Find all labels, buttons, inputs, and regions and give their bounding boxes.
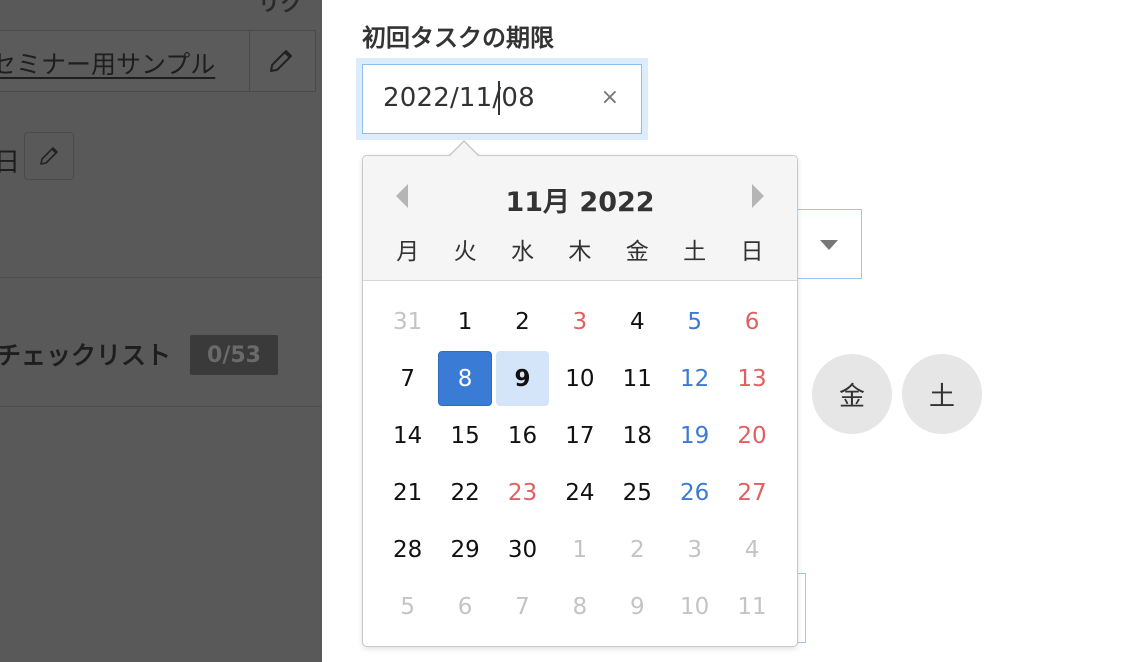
day-cell[interactable]: 6 [438,579,491,634]
weekday-label: 金 [625,239,649,265]
chevron-down-icon [820,240,838,250]
pencil-icon [40,147,58,165]
background-overlay[interactable]: リク セミナー用サンプル 日 チェックリスト 0/53 [0,0,322,662]
today-day[interactable]: 9 [495,351,550,406]
checklist-count-badge: 0/53 [190,335,278,375]
day-cell[interactable]: 31 [381,294,434,349]
day-cell[interactable]: 1 [438,294,491,349]
day-cell[interactable]: 11 [725,579,778,634]
day-cell[interactable]: 12 [668,351,721,406]
due-date-input[interactable]: 2022/11/08 × [356,58,648,140]
weekday-header: 月 火 水 木 金 土 日 [379,232,781,266]
day-cell[interactable]: 24 [553,465,606,520]
selected-day[interactable]: 8 [438,351,492,406]
weekday-label: 日 [740,239,764,265]
edit-button[interactable] [24,132,74,180]
divider [0,406,322,407]
task-title-link[interactable]: セミナー用サンプル [0,45,215,81]
day-cell[interactable]: 13 [725,351,778,406]
day-cell[interactable]: 9 [611,579,664,634]
datepicker-days-grid: 31 1 2 3 4 5 6 7 8 9 10 11 12 13 14 15 16 17 18 19 20 21 22 23 2… [379,293,781,635]
day-cell[interactable]: 7 [381,351,434,406]
day-cell[interactable]: 6 [725,294,778,349]
day-cell[interactable]: 2 [611,522,664,577]
datepicker-pointer-fill [449,142,479,157]
day-cell[interactable]: 29 [438,522,491,577]
day-cell[interactable]: 5 [668,294,721,349]
day-cell[interactable]: 15 [438,408,491,463]
day-cell[interactable]: 3 [553,294,606,349]
datepicker-month-title[interactable]: 11月 2022 [363,180,797,219]
weekday-label: 水 [510,239,534,265]
day-cell[interactable]: 23 [496,465,549,520]
day-cell[interactable]: 22 [438,465,491,520]
day-cell[interactable]: 5 [381,579,434,634]
edit-title-button[interactable] [249,31,312,91]
weekday-label: 火 [453,239,477,265]
text-caret [498,81,500,115]
day-cell[interactable]: 21 [381,465,434,520]
day-cell[interactable]: 4 [611,294,664,349]
date-value[interactable]: 2022/11/08 [383,83,535,113]
datepicker: 11月 2022 月 火 水 木 金 土 日 31 1 2 3 4 5 6 7 8 9 10 11 12… [362,155,798,647]
date-input-box[interactable]: 2022/11/08 × [362,64,642,134]
datepicker-header: 11月 2022 月 火 水 木 金 土 日 [363,156,797,281]
day-cell[interactable]: 16 [496,408,549,463]
day-cell[interactable]: 17 [553,408,606,463]
day-cell[interactable]: 25 [611,465,664,520]
weekday-label: 土 [683,239,707,265]
day-cell[interactable]: 7 [496,579,549,634]
partial-text: リク [258,0,303,17]
day-cell[interactable]: 14 [381,408,434,463]
weekday-label: 月 [396,239,420,265]
next-month-icon[interactable] [752,184,764,208]
divider [0,277,322,278]
due-date-label: 初回タスクの期限 [362,24,554,52]
day-cell[interactable]: 11 [611,351,664,406]
pencil-icon [270,50,292,72]
day-cell[interactable]: 26 [668,465,721,520]
day-cell[interactable]: 8 [553,579,606,634]
weekday-button-fri[interactable]: 金 [812,354,892,434]
day-cell[interactable]: 27 [725,465,778,520]
weekday-label: 木 [568,239,592,265]
day-cell[interactable]: 4 [725,522,778,577]
day-cell[interactable]: 1 [553,522,606,577]
title-field: セミナー用サンプル [0,30,316,92]
clear-icon[interactable]: × [601,85,619,110]
small-label: 日 [0,148,21,178]
day-cell[interactable]: 28 [381,522,434,577]
day-cell[interactable]: 20 [725,408,778,463]
day-cell[interactable]: 10 [668,579,721,634]
day-cell[interactable]: 2 [496,294,549,349]
day-cell[interactable]: 19 [668,408,721,463]
day-cell[interactable]: 3 [668,522,721,577]
weekday-button-sat[interactable]: 土 [902,354,982,434]
day-cell[interactable]: 10 [553,351,606,406]
day-cell[interactable]: 30 [496,522,549,577]
day-cell[interactable]: 18 [611,408,664,463]
checklist-label: チェックリスト [0,341,172,370]
